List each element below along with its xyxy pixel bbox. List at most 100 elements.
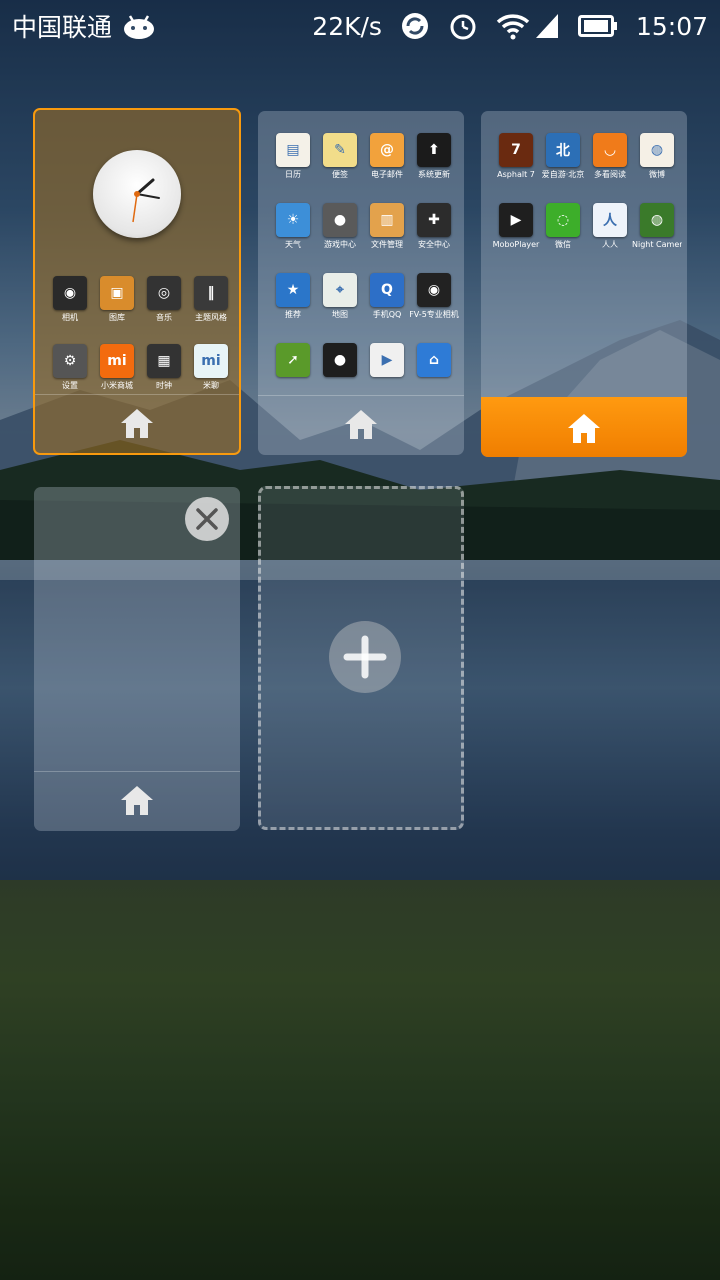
app-shortcut[interactable]: ⚙ 设置 bbox=[45, 344, 95, 391]
wifi-icon bbox=[496, 14, 530, 40]
app-shortcut[interactable]: ★ 推荐 bbox=[268, 273, 318, 320]
app-shortcut[interactable]: ◎ 音乐 bbox=[139, 276, 189, 323]
recommend-icon: ★ bbox=[276, 273, 310, 307]
app-label: FV-5专业相机 bbox=[409, 310, 459, 319]
app-label: 日历 bbox=[285, 170, 301, 179]
app-shortcut[interactable]: ✚ 安全中心 bbox=[409, 203, 459, 250]
night-camera-icon: ◍ bbox=[640, 203, 674, 237]
renren-icon: 人 bbox=[593, 203, 627, 237]
add-screen-button[interactable] bbox=[258, 486, 464, 830]
app-label: Asphalt 7 bbox=[497, 170, 535, 179]
status-bar: 中国联通 22K/s 15:07 bbox=[0, 0, 720, 52]
app-shortcut[interactable]: ◍ 微博 bbox=[632, 133, 682, 180]
app-label: 人人 bbox=[602, 240, 618, 249]
music-icon: ◎ bbox=[147, 276, 181, 310]
app-shortcut[interactable]: ⬆ 系统更新 bbox=[409, 133, 459, 180]
app-label: 安全中心 bbox=[418, 240, 450, 249]
app-grid: ▤ 日历 ✎ 便签 @ 电子邮件 ⬆ 系统更新 ☀ 天气 ● 游戏中心 ▥ 文件管理 ✚ 安全中心 ★ 推荐 ⌖ 地图… bbox=[258, 111, 464, 455]
app-shortcut[interactable]: ⌖ 地图 bbox=[315, 273, 365, 320]
clock-time: 15:07 bbox=[635, 11, 708, 41]
weather-icon: ☀ bbox=[276, 203, 310, 237]
panda-icon: ● bbox=[323, 343, 357, 377]
home-icon[interactable] bbox=[119, 406, 155, 440]
app-shortcut[interactable]: 北爱自游·北京 bbox=[538, 133, 588, 180]
signal-icon bbox=[535, 14, 558, 38]
app-label: 图库 bbox=[109, 313, 125, 322]
app-shortcut[interactable]: ⌂ bbox=[409, 343, 459, 380]
calendar-icon: ▤ bbox=[276, 133, 310, 167]
app-shortcut[interactable]: ▥ 文件管理 bbox=[362, 203, 412, 250]
qq-icon: Q bbox=[370, 273, 404, 307]
app-label: 设置 bbox=[62, 381, 78, 390]
app-shortcut[interactable]: 7 Asphalt 7 bbox=[491, 133, 541, 180]
app-shortcut[interactable]: mi 米聊 bbox=[186, 344, 236, 391]
mi-store-icon: mi bbox=[100, 344, 134, 378]
app-shortcut[interactable]: ◉ FV-5专业相机 bbox=[409, 273, 459, 320]
battery-icon bbox=[577, 15, 617, 37]
fv5-camera-icon: ◉ bbox=[417, 273, 451, 307]
app-shortcut[interactable]: ◉ 相机 bbox=[45, 276, 95, 323]
screen-thumbnail-1[interactable]: ◉ 相机 ▣ 图库 ◎ 音乐 ‖ 主题风格 ⚙ 设置 mi 小米商城 ▦ 时钟 mi 米聊 bbox=[33, 108, 241, 455]
app-label: 便签 bbox=[332, 170, 348, 179]
app-label: 小米商城 bbox=[101, 381, 133, 390]
app-shortcut[interactable]: ▶ bbox=[362, 343, 412, 380]
app-shortcut[interactable]: ▦ 时钟 bbox=[139, 344, 189, 391]
app-label: 游戏中心 bbox=[324, 240, 356, 249]
app-shortcut[interactable]: ▣ 图库 bbox=[92, 276, 142, 323]
app-shortcut[interactable]: ‖ 主题风格 bbox=[186, 276, 236, 323]
app-shortcut[interactable]: @ 电子邮件 bbox=[362, 133, 412, 180]
maps-icon: ⌖ bbox=[323, 273, 357, 307]
app-label: 相机 bbox=[62, 313, 78, 322]
close-icon bbox=[196, 508, 218, 530]
app-shortcut[interactable]: ● 游戏中心 bbox=[315, 203, 365, 250]
app-label: 时钟 bbox=[156, 381, 172, 390]
play-store-icon: ▶ bbox=[370, 343, 404, 377]
app-label: Night Camera bbox=[632, 240, 682, 249]
app-shortcut[interactable]: ☀ 天气 bbox=[268, 203, 318, 250]
app-shortcut[interactable]: ✎ 便签 bbox=[315, 133, 365, 180]
network-speed: 22K/s bbox=[312, 11, 382, 41]
app-shortcut[interactable]: 人人人 bbox=[585, 203, 635, 250]
app-label: 手机QQ bbox=[372, 310, 402, 319]
app-label: 音乐 bbox=[156, 313, 172, 322]
carrier-name: 中国联通 bbox=[12, 13, 113, 42]
app-shortcut[interactable]: ◌ 微信 bbox=[538, 203, 588, 250]
miliao-icon: mi bbox=[194, 344, 228, 378]
home-icon[interactable] bbox=[566, 411, 602, 445]
app-green-icon: ➚ bbox=[276, 343, 310, 377]
app-shortcut[interactable]: ▶ MoboPlayer bbox=[491, 203, 541, 250]
email-icon: @ bbox=[370, 133, 404, 167]
app-shortcut[interactable]: mi 小米商城 bbox=[92, 344, 142, 391]
app-label: 爱自游·北京 bbox=[541, 170, 585, 179]
moboplayer-icon: ▶ bbox=[499, 203, 533, 237]
app-shortcut[interactable]: ➚ bbox=[268, 343, 318, 380]
game-center-icon: ● bbox=[323, 203, 357, 237]
travel-beijing-icon: 北 bbox=[546, 133, 580, 167]
app-shortcut[interactable]: ● bbox=[315, 343, 365, 380]
duokan-icon: ◡ bbox=[593, 133, 627, 167]
app-label: 系统更新 bbox=[418, 170, 450, 179]
app-label: 地图 bbox=[332, 310, 348, 319]
app-home-icon: ⌂ bbox=[417, 343, 451, 377]
app-label: 多看阅读 bbox=[594, 170, 626, 179]
plus-icon bbox=[343, 635, 387, 679]
app-shortcut[interactable]: ◡ 多看阅读 bbox=[585, 133, 635, 180]
home-icon[interactable] bbox=[119, 783, 155, 817]
asphalt-icon: 7 bbox=[499, 133, 533, 167]
weibo-icon: ◍ bbox=[640, 133, 674, 167]
app-shortcut[interactable]: ◍ Night Camera bbox=[632, 203, 682, 250]
app-label: MoboPlayer bbox=[492, 240, 540, 249]
camera-icon: ◉ bbox=[53, 276, 87, 310]
notes-icon: ✎ bbox=[323, 133, 357, 167]
app-label: 电子邮件 bbox=[371, 170, 403, 179]
screen-thumbnail-3[interactable]: 7 Asphalt 7 北爱自游·北京 ◡ 多看阅读 ◍ 微博 ▶ MoboPlayer ◌ 微信人… bbox=[481, 111, 687, 457]
screen-thumbnail-2[interactable]: ▤ 日历 ✎ 便签 @ 电子邮件 ⬆ 系统更新 ☀ 天气 ● 游戏中心 ▥ 文件管理 ✚ 安全中心 ★ 推荐 ⌖ 地图… bbox=[258, 111, 464, 455]
app-shortcut[interactable]: Q 手机QQ bbox=[362, 273, 412, 320]
delete-screen-button[interactable] bbox=[185, 497, 229, 541]
app-label: 米聊 bbox=[203, 381, 219, 390]
app-shortcut[interactable]: ▤ 日历 bbox=[268, 133, 318, 180]
home-icon[interactable] bbox=[343, 407, 379, 441]
security-icon: ✚ bbox=[417, 203, 451, 237]
tools-icon: ▦ bbox=[147, 344, 181, 378]
gallery-icon: ▣ bbox=[100, 276, 134, 310]
